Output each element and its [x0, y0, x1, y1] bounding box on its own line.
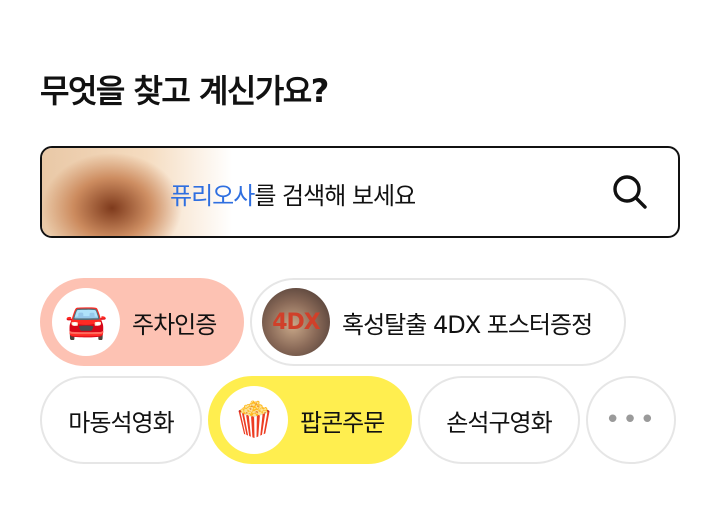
- search-keyword: 퓨리오사: [170, 182, 255, 210]
- chip-label: 혹성탈출 4DX 포스터증정: [342, 310, 593, 339]
- search-placeholder: 퓨리오사를 검색해 보세요: [170, 176, 416, 211]
- chip-label: 마동석영화: [68, 408, 174, 437]
- chip-madongseok-movies[interactable]: 마동석영화: [40, 376, 202, 464]
- chip-planet-of-apes-4dx-poster[interactable]: 4DX 혹성탈출 4DX 포스터증정: [250, 278, 626, 366]
- chip-label: 팝콘주문: [300, 408, 385, 437]
- chip-popcorn-order[interactable]: 🍿 팝콘주문: [208, 376, 412, 464]
- more-icon: •••: [604, 405, 657, 435]
- poster-thumbnail: 4DX: [262, 288, 330, 356]
- search-prompt: 를 검색해 보세요: [254, 182, 416, 210]
- more-button[interactable]: •••: [586, 376, 676, 464]
- car-icon: 🚘: [52, 288, 120, 356]
- popcorn-icon: 🍿: [220, 386, 288, 454]
- chip-sonseokgu-movies[interactable]: 손석구영화: [418, 376, 580, 464]
- chip-parking-verification[interactable]: 🚘 주차인증: [40, 278, 244, 366]
- page-title: 무엇을 찾고 계신가요?: [40, 72, 329, 110]
- chip-label: 주차인증: [132, 310, 217, 339]
- search-icon[interactable]: [612, 174, 648, 210]
- chip-label: 손석구영화: [446, 408, 552, 437]
- search-bar[interactable]: 퓨리오사를 검색해 보세요: [40, 146, 680, 238]
